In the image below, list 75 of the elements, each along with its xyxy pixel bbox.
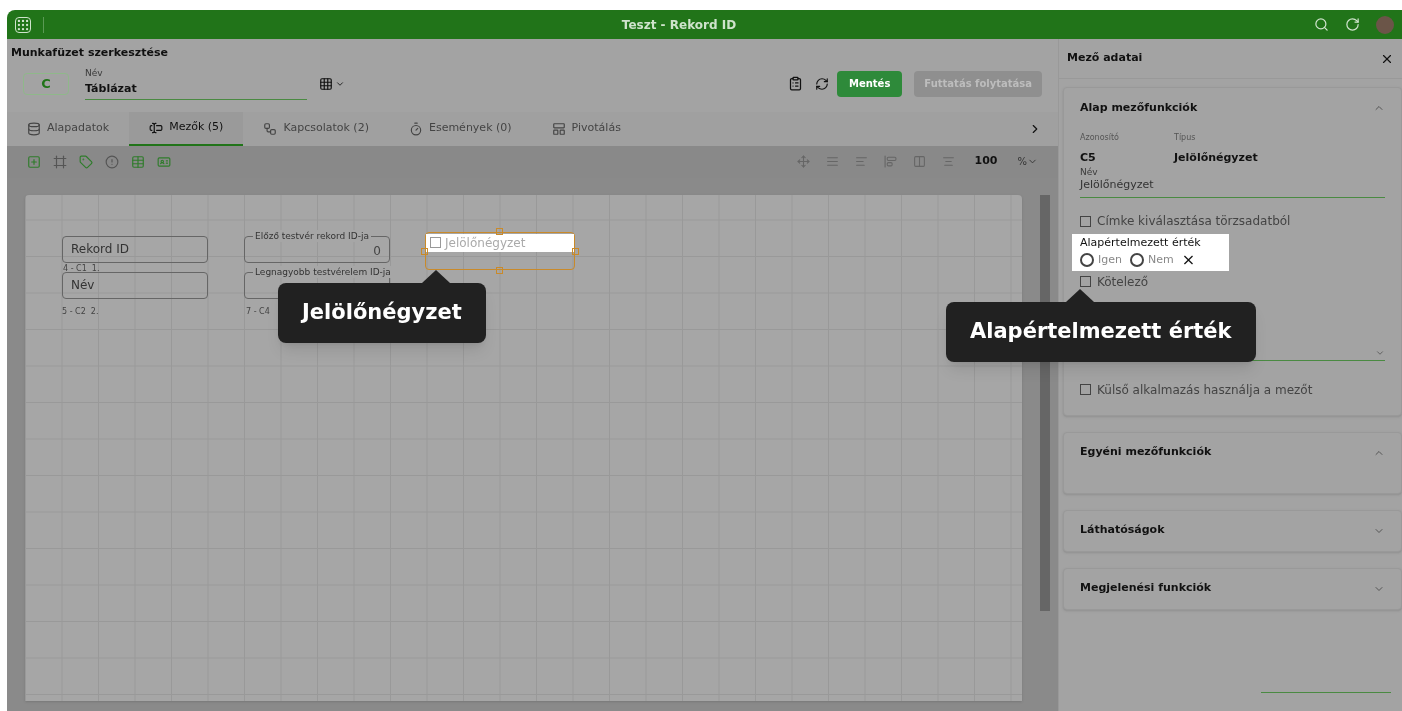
page-title: Munkafüzet szerkesztése xyxy=(10,45,169,61)
field-label: Név xyxy=(1080,166,1099,177)
id-value: C5 xyxy=(1080,150,1097,166)
field-caption: 5 - C2 2. xyxy=(62,305,99,318)
zoom-unit-select[interactable]: % xyxy=(1017,154,1038,169)
checkbox[interactable] xyxy=(1080,384,1091,395)
refresh-icon[interactable] xyxy=(1345,17,1360,32)
radio-option[interactable]: Igen xyxy=(1080,252,1122,269)
section-title: Egyéni mezőfunkciók xyxy=(1080,444,1212,461)
tooltip-text: Alapértelmezett érték xyxy=(970,318,1232,346)
resize-handle[interactable] xyxy=(572,247,579,255)
tab[interactable]: Alapadatok xyxy=(7,111,130,146)
tag-icon[interactable] xyxy=(79,154,93,169)
checkbox[interactable] xyxy=(1080,276,1091,287)
section-title: Láthatóságok xyxy=(1080,522,1165,539)
save-button[interactable]: Mentés xyxy=(836,70,903,97)
tab[interactable]: Események (0) xyxy=(388,111,532,146)
clipboard-icon[interactable] xyxy=(787,76,803,91)
alert-icon[interactable] xyxy=(105,154,119,169)
radio-button[interactable] xyxy=(1080,253,1094,268)
tab[interactable]: Mezők (5) xyxy=(129,111,244,146)
field-caption: 7 - C4 xyxy=(246,305,270,318)
move-icon[interactable] xyxy=(796,155,810,168)
search-icon[interactable] xyxy=(1314,17,1329,32)
nodes-icon xyxy=(263,121,278,136)
apps-icon[interactable] xyxy=(15,16,31,33)
radio-button[interactable] xyxy=(1129,253,1144,268)
checkbox xyxy=(430,237,441,248)
caret-icon xyxy=(1375,348,1385,358)
field-label: Jelölőnégyzet xyxy=(445,234,526,252)
zoom-value[interactable]: 100 xyxy=(974,153,998,170)
database-icon xyxy=(27,121,41,136)
window-title: Teszt - Rekord ID xyxy=(621,16,737,34)
checkbox-label: Kötelező xyxy=(1097,273,1149,291)
resize-handle[interactable] xyxy=(496,266,503,274)
field-legend: Előző testvér rekord ID-ja xyxy=(253,229,371,242)
resize-handle[interactable] xyxy=(496,227,503,235)
table-icon[interactable] xyxy=(131,154,145,169)
grid-menu-button[interactable] xyxy=(319,76,345,91)
field-label: Név xyxy=(85,67,104,80)
resize-handle[interactable] xyxy=(421,247,428,255)
field-value: Jelölőnégyzet xyxy=(1080,176,1155,193)
workbook-badge: C xyxy=(23,72,69,95)
tooltip-text: Jelölőnégyzet xyxy=(302,299,462,327)
panel-title: Mező adatai xyxy=(1067,50,1143,67)
align-left-icon[interactable] xyxy=(854,155,868,168)
text-cursor-icon xyxy=(149,120,164,135)
field-value: Táblázat xyxy=(85,80,138,97)
field-value: 0 xyxy=(373,242,381,260)
id-icon[interactable] xyxy=(157,154,171,169)
align-top-icon[interactable] xyxy=(883,155,897,168)
type-value: Jelölőnégyzet xyxy=(1174,150,1258,166)
section-title: Megjelenési funkciók xyxy=(1080,580,1212,597)
radio-option[interactable]: Nem xyxy=(1129,252,1174,269)
checkbox[interactable] xyxy=(1080,215,1091,227)
tab[interactable]: Pivotálás xyxy=(531,111,641,146)
field-label: Azonosító xyxy=(1080,132,1120,144)
name-field[interactable]: Név Jelölőnégyzet xyxy=(1080,166,1385,198)
grid-icon xyxy=(319,76,333,91)
add-icon[interactable] xyxy=(27,154,41,169)
timer-icon xyxy=(408,121,423,136)
section-title: Alap mezőfunkciók xyxy=(1080,99,1198,116)
avatar[interactable] xyxy=(1376,15,1394,34)
checkbox-label: Címke kiválasztása törzsadatból xyxy=(1097,213,1291,230)
align-icon[interactable] xyxy=(825,155,839,168)
clear-button[interactable]: × xyxy=(1181,252,1196,269)
field-label: Típus xyxy=(1174,132,1196,144)
checkbox-label: Külső alkalmazás használja a mezőt xyxy=(1097,381,1313,399)
table-icon xyxy=(551,121,566,136)
group-label: Alapértelmezett érték xyxy=(1080,236,1202,250)
frame-icon[interactable] xyxy=(53,154,67,169)
refresh-icon[interactable] xyxy=(814,76,829,91)
field-legend: Legnagyobb testvérelem ID-ja xyxy=(253,265,393,278)
name-field[interactable]: Név Táblázat xyxy=(85,67,307,100)
tab[interactable]: Kapcsolatok (2) xyxy=(243,111,389,146)
